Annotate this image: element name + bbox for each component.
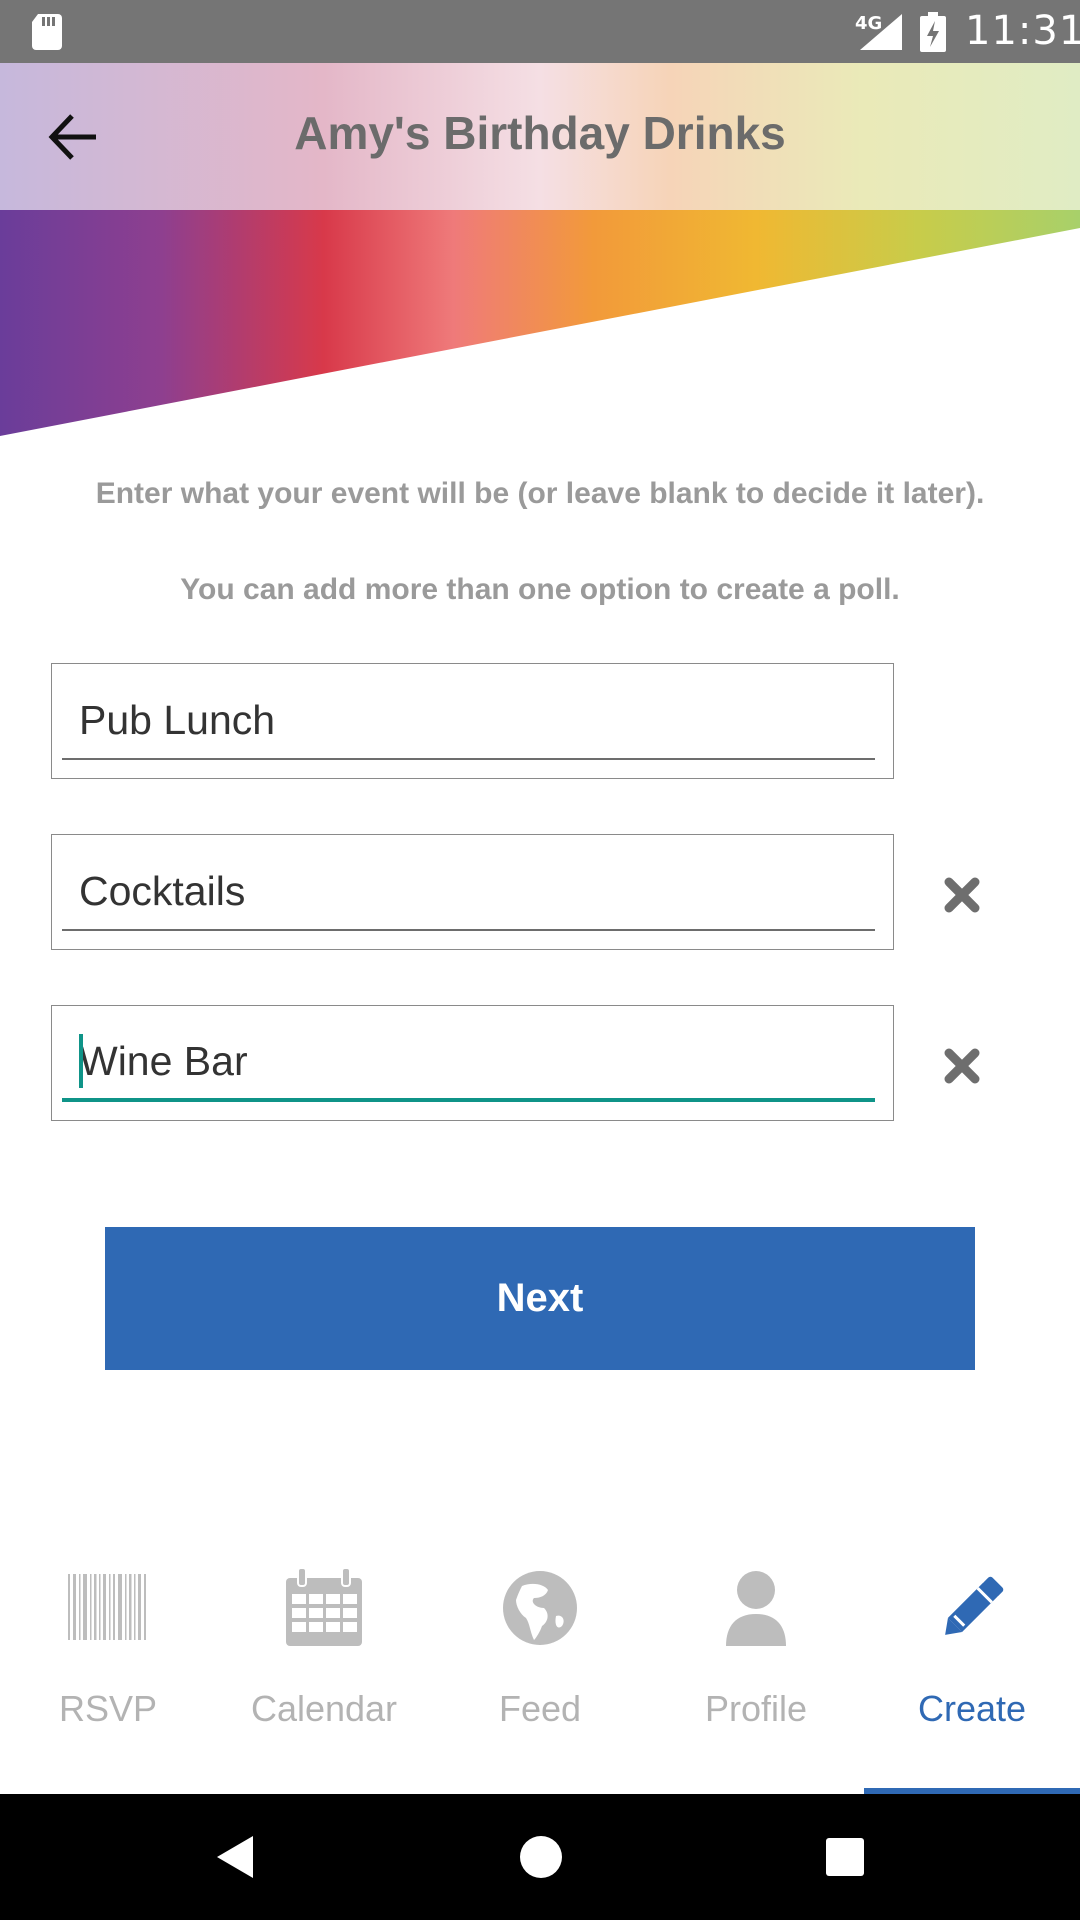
- battery-charging-icon: [920, 12, 946, 52]
- nav-item-create[interactable]: Create: [864, 1540, 1080, 1794]
- nav-item-calendar[interactable]: Calendar: [216, 1540, 432, 1794]
- nav-item-feed[interactable]: Feed: [432, 1540, 648, 1794]
- bottom-nav: RSVP Calendar Feed Profile Create: [0, 1540, 1080, 1794]
- remove-option-3-icon[interactable]: [940, 1044, 984, 1088]
- text-caret: [79, 1034, 83, 1088]
- barcode-icon: [68, 1574, 146, 1640]
- person-icon: [726, 1571, 786, 1646]
- remove-option-2-icon[interactable]: [940, 873, 984, 917]
- nav-label-rsvp: RSVP: [58, 1688, 158, 1729]
- option-input-1[interactable]: [62, 682, 875, 760]
- poll-hint-text: You can add more than one option to crea…: [180, 573, 900, 606]
- clock: 11:31: [965, 8, 1080, 54]
- next-button[interactable]: Next: [105, 1227, 975, 1370]
- option-field-3: [51, 1005, 894, 1121]
- instruction-text: Enter what your event will be (or leave …: [95, 477, 985, 510]
- pencil-icon: [945, 1576, 1004, 1635]
- globe-icon: [503, 1571, 577, 1645]
- nav-label-create: Create: [917, 1688, 1027, 1729]
- signal-icon: [860, 14, 902, 50]
- page-title: Amy's Birthday Drinks: [294, 107, 786, 159]
- nav-label-calendar: Calendar: [250, 1688, 398, 1729]
- back-triangle-icon[interactable]: [215, 1834, 255, 1880]
- option-field-2: [51, 834, 894, 950]
- option-field-1: [51, 663, 894, 779]
- calendar-icon: [286, 1568, 362, 1646]
- home-circle-icon[interactable]: [519, 1835, 563, 1879]
- status-bar: 4G 11:31: [0, 0, 1080, 63]
- nav-item-profile[interactable]: Profile: [648, 1540, 864, 1794]
- system-nav-bar: [0, 1794, 1080, 1920]
- option-input-2[interactable]: [62, 853, 875, 931]
- nav-item-rsvp[interactable]: RSVP: [0, 1540, 216, 1794]
- recents-square-icon[interactable]: [825, 1837, 865, 1877]
- nav-label-feed: Feed: [498, 1688, 582, 1729]
- option-input-3[interactable]: [62, 1024, 875, 1102]
- sd-card-icon: [32, 14, 62, 50]
- nav-label-profile: Profile: [704, 1688, 808, 1729]
